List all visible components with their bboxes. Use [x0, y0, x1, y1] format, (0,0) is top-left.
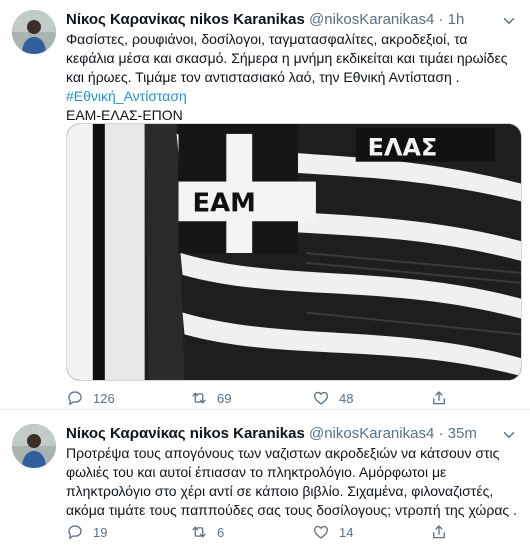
avatar-photo-icon — [12, 10, 56, 54]
separator-dot: · — [438, 11, 444, 28]
like-count: 48 — [339, 390, 354, 406]
timestamp[interactable]: 35m — [448, 425, 477, 442]
reply-count: 126 — [93, 390, 115, 406]
share-button[interactable] — [430, 388, 457, 408]
retweet-icon — [192, 526, 206, 538]
retweet-count: 69 — [217, 390, 232, 406]
separator-dot: · — [438, 425, 444, 442]
like-button[interactable]: 14 — [312, 522, 353, 542]
tweet-text-line: Φασίστες, ρουφιάνοι, δοσίλογοι, ταγματασ… — [66, 31, 468, 47]
tweet-header: Νίκος Καρανίκας nikos Karanikas @nikosKa… — [66, 10, 490, 30]
more-options-button[interactable] — [500, 12, 518, 30]
tweet-text-line: ακόμα τιμάτε τους παππούδες σας τους δοσ… — [66, 502, 517, 518]
tweet-text-line: και ήρωες. Τιμάμε τον αντιστασιακό λαό, … — [66, 69, 460, 85]
author-handle[interactable]: @nikosKaranikas4 — [309, 425, 434, 442]
tweet-text: Προτρέψα τους απογόνους των ναζιστων ακρ… — [66, 444, 518, 520]
flag-woodcut-image: ΕΛΑΣ ΕΑΜ — [67, 124, 521, 380]
retweet-button[interactable]: 69 — [190, 388, 231, 408]
tweet-text-line: πληκτρολόγιο στο χέρι αντί σε κάποιο βιβ… — [66, 483, 494, 499]
retweet-icon — [192, 392, 206, 404]
tweet-header: Νίκος Καρανίκας nikos Karanikas @nikosKa… — [66, 424, 490, 444]
avatar[interactable] — [12, 10, 56, 54]
reply-count: 19 — [93, 524, 108, 540]
reply-button[interactable]: 19 — [66, 522, 107, 542]
author-name[interactable]: Νίκος Καρανίκας nikos Karanikas — [66, 425, 305, 442]
tweet[interactable]: Νίκος Καρανίκας nikos Karanikas @nikosKa… — [0, 0, 530, 410]
image-label-elas: ΕΛΑΣ — [368, 134, 438, 162]
share-icon — [433, 525, 445, 539]
chevron-down-icon — [503, 18, 515, 24]
author-name[interactable]: Νίκος Καρανίκας nikos Karanikas — [66, 11, 305, 28]
hashtag-link[interactable]: #Εθνική_Αντίσταση — [66, 87, 518, 106]
timestamp[interactable]: 1h — [448, 11, 465, 28]
tweet-text-line: Προτρέψα τους απογόνους των ναζιστων ακρ… — [66, 445, 500, 461]
avatar-photo-icon — [12, 424, 56, 468]
tweet-text-line: κεφάλια μέσα και σκασμό. Σήμερα η μνήμη … — [66, 50, 508, 66]
reply-icon — [68, 391, 82, 406]
tweet-actions: 19 6 14 — [66, 522, 466, 542]
tweet-text: Φασίστες, ρουφιάνοι, δοσίλογοι, ταγματασ… — [66, 30, 518, 125]
reply-button[interactable]: 126 — [66, 388, 115, 408]
more-options-button[interactable] — [500, 426, 518, 444]
tweet-actions: 126 69 48 — [66, 388, 466, 408]
author-handle[interactable]: @nikosKaranikas4 — [309, 11, 434, 28]
like-button[interactable]: 48 — [312, 388, 353, 408]
share-button[interactable] — [430, 522, 457, 542]
avatar[interactable] — [12, 424, 56, 468]
tweet-image[interactable]: ΕΛΑΣ ΕΑΜ — [66, 123, 522, 381]
tweet-text-line: φωλιές του και αυτοί έπιασαν το πληκτρολ… — [66, 464, 447, 480]
heart-icon — [313, 391, 329, 405]
retweet-button[interactable]: 6 — [190, 522, 224, 542]
image-label-eam: ΕΑΜ — [192, 188, 255, 218]
heart-icon — [313, 525, 329, 539]
chevron-down-icon — [503, 432, 515, 438]
reply-icon — [68, 525, 82, 540]
like-count: 14 — [339, 524, 354, 540]
tweet[interactable]: Νίκος Καρανίκας nikos Karanikas @nikosKa… — [0, 410, 530, 556]
retweet-count: 6 — [217, 524, 225, 540]
share-icon — [433, 391, 445, 405]
